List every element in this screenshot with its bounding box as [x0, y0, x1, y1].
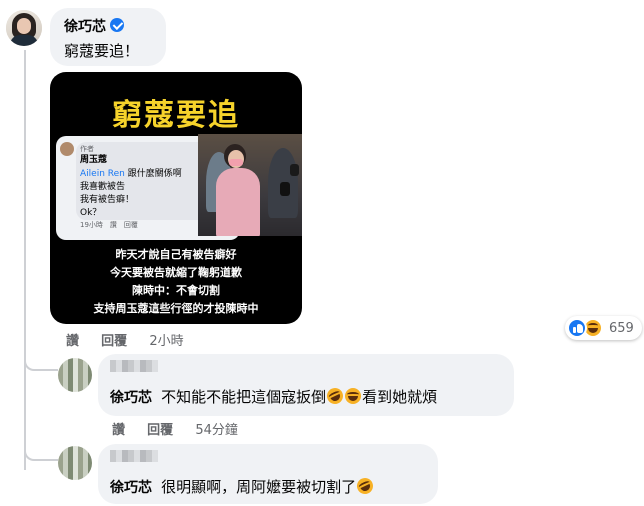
reply-avatar[interactable] [58, 446, 92, 480]
photo-woman-dress [216, 168, 260, 236]
comment-text: 窮蔻要追！ [64, 42, 140, 60]
image-fb-avatar [60, 142, 74, 156]
blurred-name [110, 450, 158, 462]
image-caption-4: 支持周玉蔻這些行徑的才投陳時中 [93, 302, 259, 315]
reply-text: 很明顯啊，周阿嬤要被切割了 [161, 478, 357, 496]
image-fb-mention: Ailein Ren [80, 169, 125, 179]
reply-content: 徐巧芯 不知能不能把這個寇扳倒 看到她就煩 [110, 385, 438, 407]
image-fb-line-4: Ok？ [80, 208, 102, 218]
image-fb-line-1: Ailein Ren 跟什麼關係啊 [80, 166, 182, 179]
image-news-photo [198, 134, 302, 236]
image-fb-line-1-text: 跟什麼關係啊 [127, 169, 182, 179]
reply-author[interactable]: 徐巧芯 [110, 480, 152, 496]
haha-icon [345, 388, 362, 404]
reply-text: 不知能不能把這個寇扳倒 [161, 388, 327, 406]
reply-bubble: 徐巧芯 很明顯啊，周阿嬤要被切割了 [98, 444, 438, 504]
comment-image[interactable]: 窮蔻要追 作者 周玉蔻 Ailein Ren 跟什麼關係啊 我喜歡被告 我有被告… [50, 72, 302, 324]
comment-actions: 讚 回覆 2小時 [66, 330, 202, 349]
rofl-icon [354, 475, 376, 497]
author-avatar[interactable] [6, 10, 42, 46]
reply-content: 徐巧芯 很明顯啊，周阿嬤要被切割了 [110, 475, 376, 497]
reactions-summary[interactable]: 659 [565, 316, 642, 340]
reply-avatar[interactable] [58, 358, 92, 392]
photo-microphone [290, 164, 299, 176]
image-title: 窮蔻要追 [112, 98, 240, 133]
comment-author[interactable]: 徐巧芯 [64, 19, 106, 35]
like-link[interactable]: 讚 [66, 334, 79, 349]
reply-link[interactable]: 回覆 [147, 423, 173, 438]
reply-timestamp[interactable]: 54分鐘 [195, 423, 238, 438]
reaction-count: 659 [609, 320, 634, 336]
photo-microphone [280, 182, 290, 196]
image-fb-meta: 19小時 讚 回覆 [80, 221, 138, 229]
avatar-body [10, 35, 38, 46]
comment-timestamp[interactable]: 2小時 [149, 334, 183, 349]
avatar-face [17, 18, 31, 34]
reply-bubble: 徐巧芯 不知能不能把這個寇扳倒 看到她就煩 [98, 354, 514, 416]
image-fb-name: 周玉蔻 [80, 155, 108, 165]
image-caption-1: 昨天才說自己有被告癖好 [115, 248, 237, 261]
thread-line [24, 50, 26, 470]
image-caption-3: 陳時中：不會切割 [132, 284, 220, 297]
like-link[interactable]: 讚 [112, 423, 125, 438]
reply-author[interactable]: 徐巧芯 [110, 390, 152, 406]
photo-woman-mask [229, 159, 243, 166]
image-fb-line-2: 我喜歡被告 [80, 182, 126, 192]
image-fb-line-3: 我有被告癖！ [80, 195, 135, 205]
rofl-icon [324, 385, 346, 407]
reply-connector [24, 445, 58, 461]
reply-link[interactable]: 回覆 [101, 334, 127, 349]
reply-text-after: 看到她就煩 [362, 388, 438, 406]
reply-actions: 讚 回覆 54分鐘 [112, 419, 256, 438]
image-caption-2: 今天要被告就縮了鞠躬道歉 [110, 266, 242, 279]
reply-connector [24, 355, 58, 371]
blurred-name [110, 360, 158, 372]
like-icon [567, 318, 587, 338]
verified-badge-icon [110, 18, 124, 32]
comment-bubble: 徐巧芯 窮蔻要追！ [50, 8, 166, 66]
